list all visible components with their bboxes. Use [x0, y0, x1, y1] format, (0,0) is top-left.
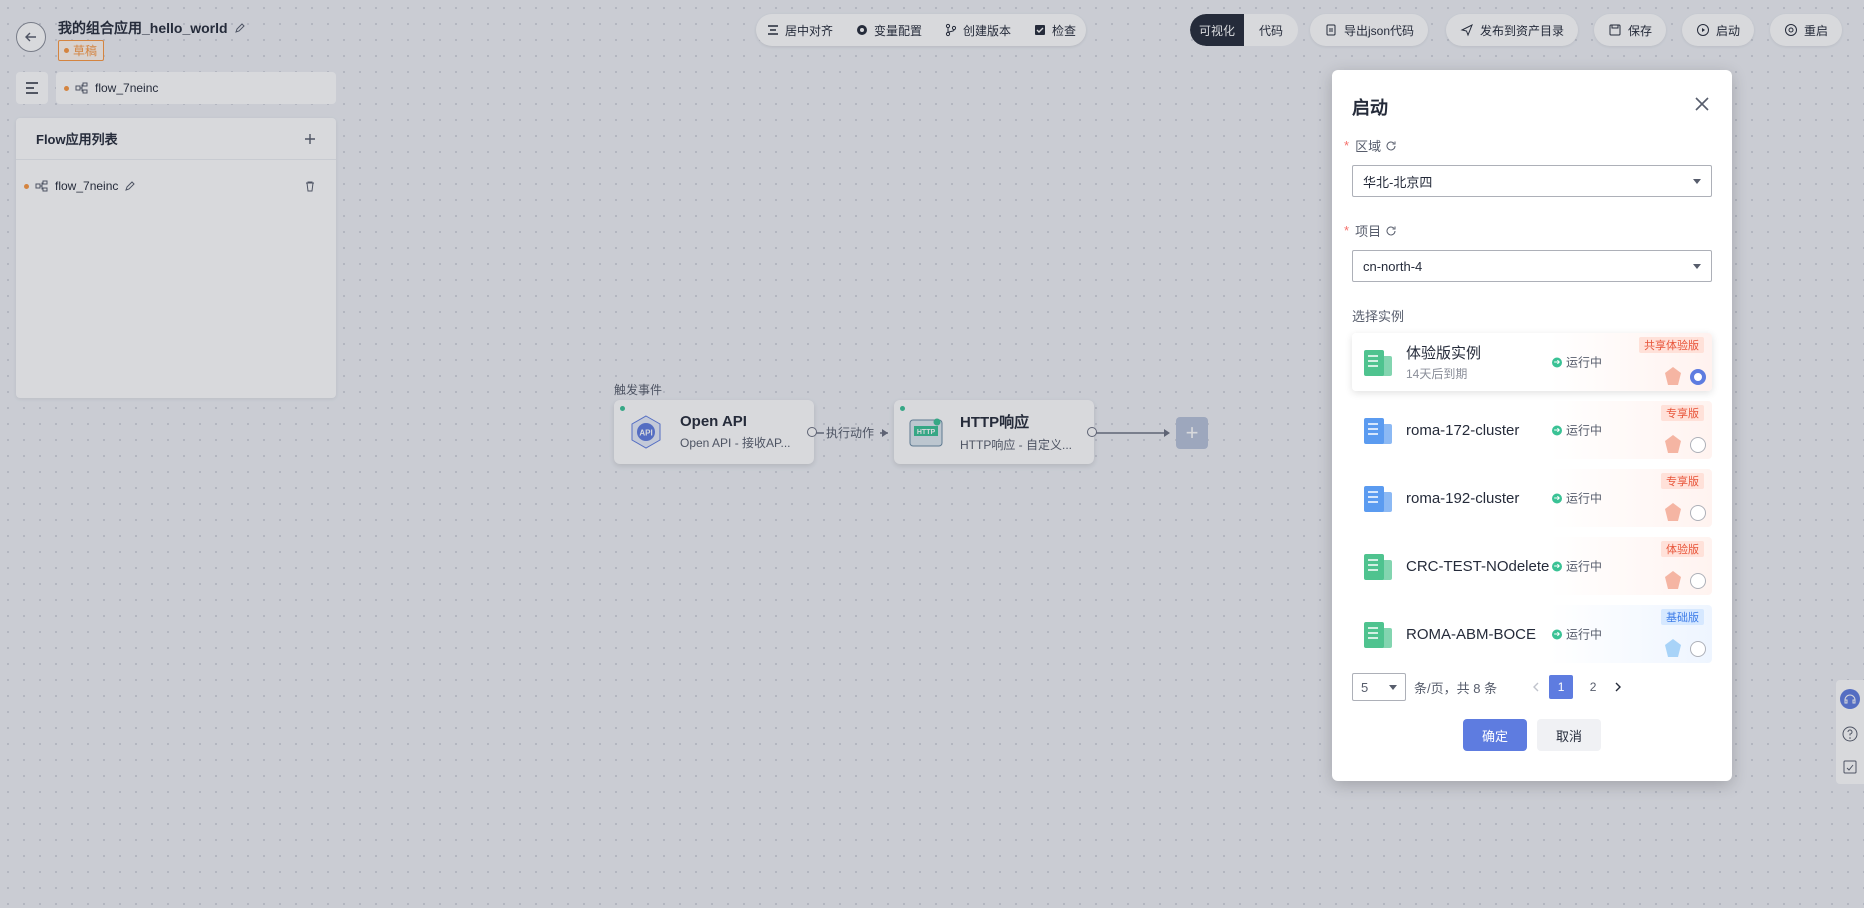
instance-status-label: 运行中: [1566, 491, 1603, 506]
chevron-down-icon: [1693, 263, 1701, 269]
dialog-title: 启动: [1352, 98, 1388, 118]
edition-badge-icon: [1665, 571, 1681, 589]
instance-name: CRC-TEST-NOdelete: [1406, 557, 1550, 575]
instance-status: ➜ 运行中: [1552, 422, 1602, 439]
instance-radio[interactable]: [1690, 641, 1706, 657]
project-label: * 项目: [1344, 221, 1712, 240]
edition-badge-icon: [1665, 435, 1681, 453]
page-summary: 条/页，共 8 条: [1414, 680, 1498, 696]
region-label-text: 区域: [1355, 139, 1382, 154]
instance-icon: [1360, 344, 1396, 380]
instance-status: ➜ 运行中: [1552, 626, 1602, 643]
chevron-right-icon[interactable]: [1613, 682, 1623, 692]
instance-status-label: 运行中: [1566, 559, 1603, 574]
edition-badge-icon: [1665, 503, 1681, 521]
instance-status-label: 运行中: [1566, 627, 1603, 642]
instance-status-label: 运行中: [1566, 423, 1603, 438]
instance-label: 选择实例: [1352, 309, 1405, 324]
instance-icon: [1360, 548, 1396, 584]
instance-card[interactable]: 体验版实例 14天后到期 ➜ 运行中 共享体验版: [1352, 333, 1712, 391]
instance-list: 体验版实例 14天后到期 ➜ 运行中 共享体验版 roma-172-cluste…: [1352, 333, 1712, 663]
instance-card[interactable]: roma-172-cluster ➜ 运行中 专享版: [1352, 401, 1712, 459]
edition-tag: 专享版: [1661, 405, 1704, 421]
page-size-value: 5: [1361, 679, 1369, 695]
refresh-icon[interactable]: [1385, 140, 1397, 152]
edition-tag: 体验版: [1661, 541, 1704, 557]
instance-status: ➜ 运行中: [1552, 490, 1602, 507]
page-2[interactable]: 2: [1581, 675, 1605, 699]
chevron-left-icon[interactable]: [1531, 682, 1541, 692]
refresh-icon[interactable]: [1385, 225, 1397, 237]
instance-expire: 14天后到期: [1406, 367, 1468, 381]
page-size-select[interactable]: 5: [1352, 673, 1406, 701]
edition-tag: 专享版: [1661, 473, 1704, 489]
pagination: 5 条/页，共 8 条 1 2: [1352, 673, 1712, 701]
edition-tag: 共享体验版: [1639, 337, 1704, 353]
region-select[interactable]: 华北-北京四: [1352, 165, 1712, 197]
instance-status-label: 运行中: [1566, 355, 1603, 370]
instance-radio[interactable]: [1690, 437, 1706, 453]
running-status-icon: ➜: [1552, 629, 1562, 639]
instance-icon: [1360, 412, 1396, 448]
instance-name: roma-172-cluster: [1406, 421, 1520, 439]
page-1[interactable]: 1: [1549, 675, 1574, 699]
running-status-icon: ➜: [1552, 493, 1562, 503]
running-status-icon: ➜: [1552, 357, 1562, 367]
cancel-button[interactable]: 取消: [1537, 719, 1601, 751]
required-mark: *: [1344, 138, 1350, 153]
project-select[interactable]: cn-north-4: [1352, 250, 1712, 282]
instance-name: 体验版实例: [1406, 345, 1482, 362]
chevron-down-icon: [1389, 684, 1397, 690]
region-select-value: 华北-北京四: [1363, 174, 1433, 190]
chevron-down-icon: [1693, 178, 1701, 184]
running-status-icon: ➜: [1552, 425, 1562, 435]
dialog-actions: 确定 取消: [1352, 719, 1712, 751]
instance-name: ROMA-ABM-BOCE: [1406, 625, 1537, 643]
instance-card[interactable]: CRC-TEST-NOdelete ➜ 运行中 体验版: [1352, 537, 1712, 595]
edition-badge-icon: [1665, 367, 1681, 385]
close-icon[interactable]: [1692, 94, 1712, 114]
running-status-icon: ➜: [1552, 561, 1562, 571]
project-select-value: cn-north-4: [1363, 258, 1423, 274]
instance-icon: [1360, 480, 1396, 516]
instance-status: ➜ 运行中: [1552, 558, 1602, 575]
start-dialog: 启动 * 区域 华北-北京四 * 项目 cn-north-4 选择实例 体验版实…: [1332, 70, 1732, 781]
confirm-button[interactable]: 确定: [1463, 719, 1527, 751]
instance-icon: [1360, 616, 1396, 652]
instance-radio[interactable]: [1690, 505, 1706, 521]
edition-badge-icon: [1665, 639, 1681, 657]
instance-card[interactable]: roma-192-cluster ➜ 运行中 专享版: [1352, 469, 1712, 527]
instance-radio[interactable]: [1690, 369, 1706, 385]
instance-card[interactable]: ROMA-ABM-BOCE ➜ 运行中 基础版: [1352, 605, 1712, 663]
region-label: * 区域: [1344, 136, 1712, 155]
instance-radio[interactable]: [1690, 573, 1706, 589]
project-label-text: 项目: [1355, 224, 1382, 239]
instance-name: roma-192-cluster: [1406, 489, 1520, 507]
required-mark: *: [1344, 223, 1350, 238]
edition-tag: 基础版: [1661, 609, 1704, 625]
instance-status: ➜ 运行中: [1552, 354, 1602, 371]
